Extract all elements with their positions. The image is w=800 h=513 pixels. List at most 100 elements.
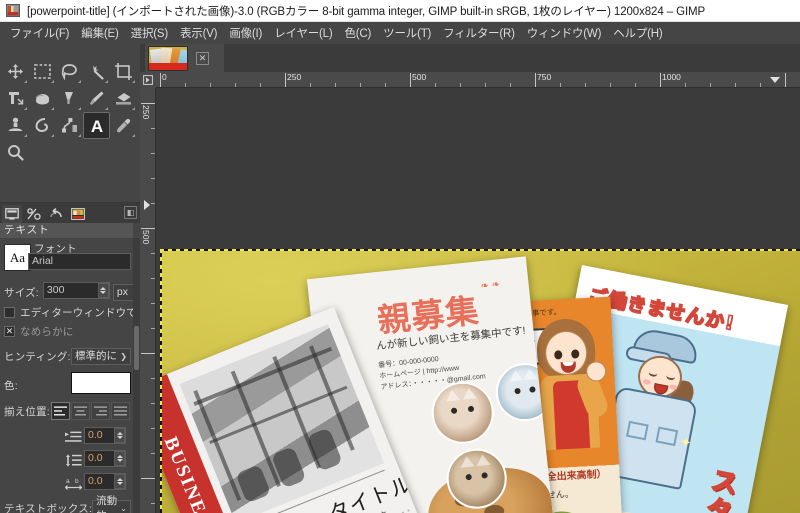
text-tool[interactable]: A xyxy=(83,112,110,139)
ruler-minor-tick xyxy=(151,153,155,154)
textbox-row: テキストボックス: 流動的 ⌄ xyxy=(4,500,131,513)
images-tab[interactable] xyxy=(68,205,88,223)
undo-history-tab[interactable] xyxy=(46,205,66,223)
align-left-icon xyxy=(54,406,67,416)
images-icon xyxy=(71,208,85,220)
ruler-minor-tick xyxy=(151,378,155,379)
collapse-dock-icon[interactable]: ◧ xyxy=(124,206,137,219)
line-spacing-spinner[interactable] xyxy=(114,451,125,466)
menu-bar: ファイル(F) 編集(E) 選択(S) 表示(V) 画像(I) レイヤー(L) … xyxy=(0,22,800,44)
size-row: サイズ: 300 px ❯ xyxy=(4,282,143,302)
crop-tool[interactable] xyxy=(110,58,137,85)
bucket-fill-tool[interactable] xyxy=(29,85,56,112)
paths-tool[interactable] xyxy=(56,112,83,139)
ruler-minor-tick xyxy=(310,83,311,87)
gradient-tool[interactable] xyxy=(56,85,83,112)
ruler-label: 250 xyxy=(141,105,151,119)
gimp-window: [powerpoint-title] (インポートされた画像)-3.0 (RGB… xyxy=(0,0,800,513)
color-picker-tool[interactable] xyxy=(110,112,137,139)
image-thumbnail xyxy=(148,46,188,71)
menu-item-windows[interactable]: ウィンドウ(W) xyxy=(521,23,607,43)
image-canvas[interactable]: ご働きませんか! ✦ ✦ xyxy=(160,249,800,513)
ruler-label: 250 xyxy=(285,72,301,82)
antialias-checkbox-row[interactable]: ✕ なめらかに xyxy=(4,324,74,339)
ruler-minor-tick xyxy=(585,83,586,87)
ruler-label: 1000 xyxy=(660,72,681,82)
rectangle-select-icon xyxy=(34,64,51,79)
textbox-dropdown[interactable]: 流動的 ⌄ xyxy=(92,500,131,513)
bucket-fill-icon xyxy=(34,91,51,106)
align-justify-icon xyxy=(114,406,127,416)
chevron-down-icon: ⌄ xyxy=(120,501,127,513)
eraser-icon xyxy=(115,92,132,106)
scrollbar-thumb[interactable] xyxy=(134,326,139,370)
ruler-minor-tick xyxy=(151,428,155,429)
tool-options-tab[interactable] xyxy=(2,205,22,223)
align-justify-button[interactable] xyxy=(111,402,130,420)
font-preview: Aa xyxy=(4,244,31,271)
menu-item-help[interactable]: ヘルプ(H) xyxy=(607,23,668,43)
paintbrush-tool[interactable] xyxy=(83,85,110,112)
vertical-ruler[interactable]: 250500 xyxy=(140,88,156,513)
ruler-minor-tick xyxy=(760,83,761,87)
align-left-button[interactable] xyxy=(51,402,70,420)
antialias-checkbox[interactable]: ✕ xyxy=(4,326,15,337)
ruler-minor-tick xyxy=(510,83,511,87)
tool-options-scrollbar[interactable] xyxy=(133,238,140,513)
line-spacing-row: 0.0 xyxy=(62,450,126,470)
canvas-viewport[interactable]: ご働きませんか! ✦ ✦ xyxy=(156,88,800,513)
letter-spacing-icon: a b xyxy=(62,477,84,490)
hinting-dropdown[interactable]: 標準的に ❯ xyxy=(71,348,131,365)
paths-icon xyxy=(61,117,78,134)
dock-tab-strip: ◧ xyxy=(0,203,140,223)
ruler-minor-tick xyxy=(151,128,155,129)
text-color-swatch[interactable] xyxy=(71,372,131,394)
align-right-button[interactable] xyxy=(91,402,110,420)
menu-item-edit[interactable]: 編集(E) xyxy=(75,23,124,43)
undo-history-icon xyxy=(49,208,63,220)
canvas-area: ✕ 02505007501000 250500 ご働きませんか! xyxy=(140,44,800,513)
menu-item-select[interactable]: 選択(S) xyxy=(125,23,174,43)
image-tab-bar: ✕ xyxy=(140,44,800,72)
image-tab[interactable]: ✕ xyxy=(145,44,224,72)
menu-item-filters[interactable]: フィルター(R) xyxy=(437,23,521,43)
tool-options-dock: ◧ テキスト Aa フォント Arial サイズ: 300 px ❯ xyxy=(0,202,140,513)
close-icon[interactable]: ✕ xyxy=(196,52,209,65)
ruler-minor-tick xyxy=(185,83,186,87)
align-center-button[interactable] xyxy=(71,402,90,420)
letter-spacing-spinner[interactable] xyxy=(114,474,125,489)
indent-icon xyxy=(62,431,84,443)
move-tool[interactable] xyxy=(2,58,29,85)
menu-item-tools[interactable]: ツール(T) xyxy=(377,23,437,43)
menu-item-image[interactable]: 画像(I) xyxy=(223,23,268,43)
rectangle-select-tool[interactable] xyxy=(29,58,56,85)
menu-item-file[interactable]: ファイル(F) xyxy=(4,23,75,43)
menu-item-colors[interactable]: 色(C) xyxy=(339,23,378,43)
fuzzy-select-tool[interactable] xyxy=(83,58,110,85)
size-spinner[interactable] xyxy=(98,283,109,298)
font-entry[interactable]: Arial xyxy=(28,253,131,270)
horizontal-ruler-marker xyxy=(770,77,780,83)
text-a-icon: A xyxy=(88,117,106,135)
menu-item-view[interactable]: 表示(V) xyxy=(174,23,223,43)
smudge-tool[interactable] xyxy=(29,112,56,139)
clone-tool[interactable] xyxy=(2,112,29,139)
eraser-tool[interactable] xyxy=(110,85,137,112)
ruler-minor-tick xyxy=(235,83,236,87)
free-select-tool[interactable] xyxy=(56,58,83,85)
unified-transform-tool[interactable] xyxy=(2,85,29,112)
ruler-origin-button[interactable] xyxy=(140,72,156,88)
align-right-icon xyxy=(94,406,107,416)
alignment-row: 揃え位置: xyxy=(4,402,131,420)
smudge-icon xyxy=(34,117,51,134)
ruler-label: 750 xyxy=(535,72,551,82)
menu-item-layer[interactable]: レイヤー(L) xyxy=(268,23,338,43)
editor-window-checkbox[interactable] xyxy=(4,307,15,318)
ruler-minor-tick xyxy=(735,83,736,87)
zoom-tool[interactable] xyxy=(2,139,29,166)
indent-spinner[interactable] xyxy=(114,428,125,443)
horizontal-ruler[interactable]: 02505007501000 xyxy=(140,72,800,88)
antialias-label: なめらかに xyxy=(20,324,74,339)
ruler-minor-tick xyxy=(151,253,155,254)
device-status-tab[interactable] xyxy=(24,205,44,223)
